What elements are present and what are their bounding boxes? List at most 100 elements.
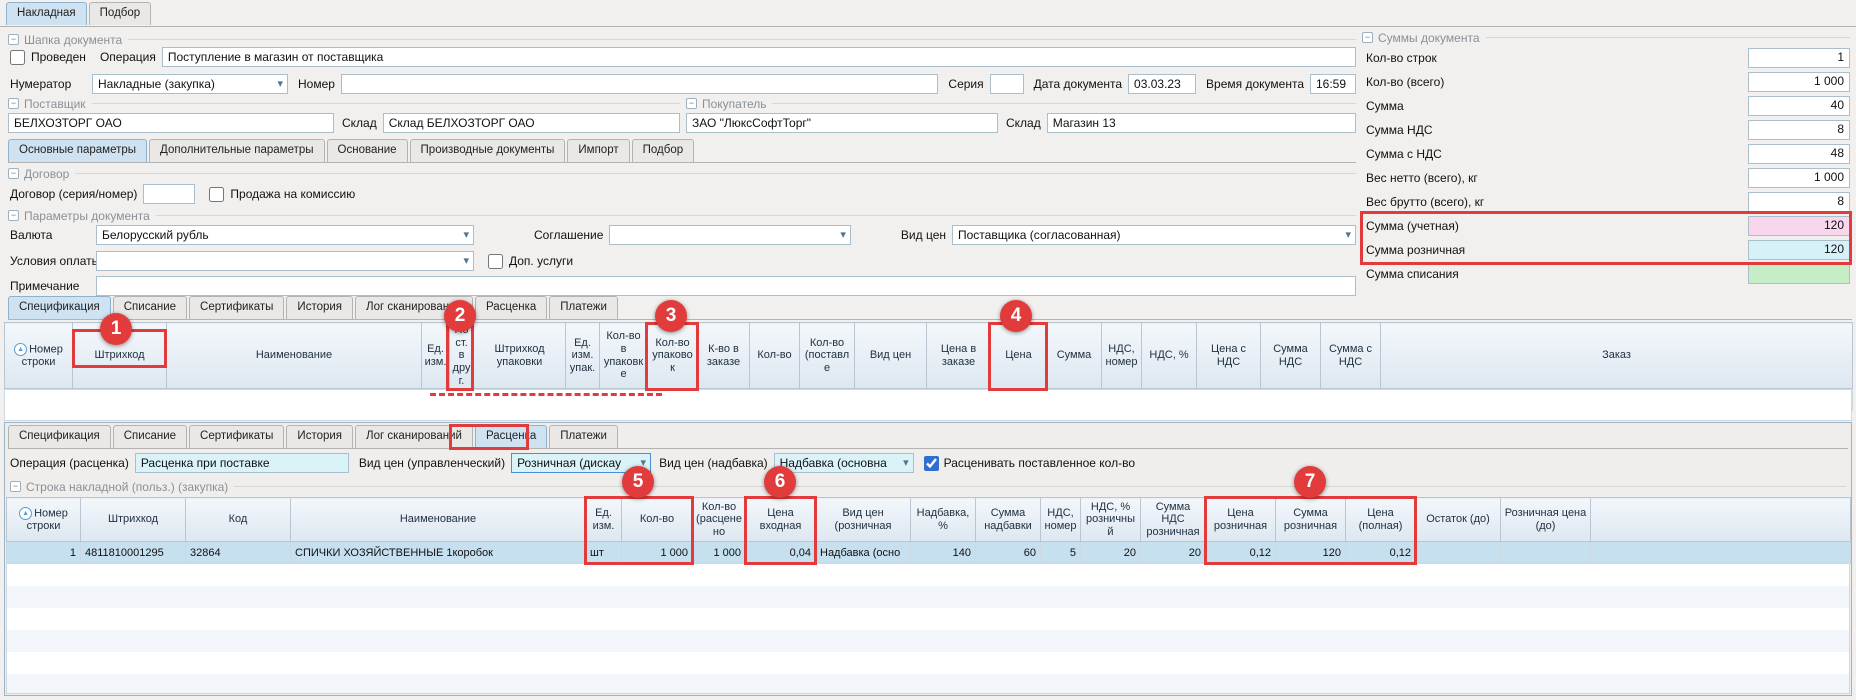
number-input[interactable] <box>341 74 938 94</box>
col-vat-no[interactable]: НДС, номер <box>1041 498 1081 542</box>
col-price-type[interactable]: Вид цен <box>855 323 927 389</box>
col-price-with-vat[interactable]: Цена с НДС <box>1197 323 1261 389</box>
tab-main-params[interactable]: Основные параметры <box>8 139 147 162</box>
sort-icon[interactable]: ▲ <box>14 343 27 356</box>
sum-value[interactable]: 1 000 <box>1748 72 1850 92</box>
cell-name[interactable]: СПИЧКИ ХОЗЯЙСТВЕННЫЕ 1коробок <box>291 542 586 564</box>
col-code[interactable]: Код <box>186 498 291 542</box>
cell-barcode[interactable]: 4811810001295 <box>81 542 186 564</box>
col-full-price[interactable]: Цена (полная) <box>1346 498 1416 542</box>
collapse-icon[interactable]: − <box>8 34 19 45</box>
tab-certificates[interactable]: Сертификаты <box>189 425 284 448</box>
sum-value[interactable]: 1 000 <box>1748 168 1850 188</box>
col-pack-barcode[interactable]: Штрихкод упаковки <box>474 323 566 389</box>
col-unit[interactable]: Ед. изм. <box>422 323 450 389</box>
tab-writeoff[interactable]: Списание <box>113 425 187 448</box>
cell-qty-priced[interactable]: 1 000 <box>693 542 746 564</box>
collapse-icon[interactable]: − <box>8 98 19 109</box>
cell-retail-price-type[interactable]: Надбавка (осно <box>816 542 911 564</box>
sum-value[interactable]: 8 <box>1748 120 1850 140</box>
col-vat-no[interactable]: НДС, номер <box>1102 323 1142 389</box>
supplier-name-input[interactable]: БЕЛХОЗТОРГ ОАО <box>8 113 334 133</box>
operation-input[interactable]: Поступление в магазин от поставщика <box>162 47 1356 67</box>
series-input[interactable] <box>990 74 1024 94</box>
supplier-warehouse-input[interactable]: Склад БЕЛХОЗТОРГ ОАО <box>383 113 680 133</box>
col-line-no[interactable]: ▲Номер строки <box>7 498 81 542</box>
collapse-icon[interactable]: − <box>10 481 21 492</box>
col-pack-qty[interactable]: Кол-во упаковок <box>648 323 698 389</box>
proveden-checkbox[interactable] <box>10 50 25 65</box>
tab-selection[interactable]: Подбор <box>89 2 152 25</box>
col-vat-sum[interactable]: Сумма НДС <box>1261 323 1321 389</box>
col-qty-delivered[interactable]: Кол-во (поставле <box>800 323 855 389</box>
col-price[interactable]: Цена <box>991 323 1047 389</box>
col-qty-in-pack[interactable]: Кол-во в упаковке <box>600 323 648 389</box>
col-sum[interactable]: Сумма <box>1047 323 1102 389</box>
sum-value[interactable]: 40 <box>1748 96 1850 116</box>
col-qty[interactable]: Кол-во <box>622 498 693 542</box>
tab-selection[interactable]: Подбор <box>632 139 695 162</box>
price-type-input[interactable]: Поставщика (согласованная) <box>952 225 1356 245</box>
table-row[interactable]: 1481181000129532864СПИЧКИ ХОЗЯЙСТВЕННЫЕ … <box>7 542 1851 564</box>
tab-basis[interactable]: Основание <box>327 139 408 162</box>
cell-retail-sum[interactable]: 120 <box>1276 542 1346 564</box>
tab-pricing[interactable]: Расценка <box>475 296 547 319</box>
col-balance-before[interactable]: Остаток (до) <box>1416 498 1501 542</box>
col-barcode[interactable]: Штрихкод <box>81 498 186 542</box>
cell-filler[interactable] <box>1591 542 1851 564</box>
tab-invoice[interactable]: Накладная <box>6 2 87 25</box>
reprice-checkbox[interactable] <box>924 456 939 471</box>
col-pack-unit[interactable]: Ед. изм. упак. <box>566 323 600 389</box>
col-retail-price[interactable]: Цена розничная <box>1206 498 1276 542</box>
tab-history[interactable]: История <box>286 425 353 448</box>
agreement-input[interactable] <box>609 225 850 245</box>
col-qty-ordered[interactable]: К-во в заказе <box>698 323 750 389</box>
tab-payments[interactable]: Платежи <box>549 425 618 448</box>
note-input[interactable] <box>96 276 1356 296</box>
cell-input-price[interactable]: 0,04 <box>746 542 816 564</box>
cell-unit[interactable]: шт <box>586 542 622 564</box>
col-markup-pct[interactable]: Надбавка,% <box>911 498 976 542</box>
col-vat-pct[interactable]: НДС, % <box>1142 323 1197 389</box>
col-vat-retail-sum[interactable]: Сумма НДС розничная <box>1141 498 1206 542</box>
date-input[interactable]: 03.03.23 <box>1128 74 1196 94</box>
tab-payments[interactable]: Платежи <box>549 296 618 319</box>
sum-value[interactable] <box>1748 264 1850 284</box>
cell-retail-price[interactable]: 0,12 <box>1206 542 1276 564</box>
tab-specification[interactable]: Спецификация <box>8 425 111 448</box>
col-order[interactable]: Заказ <box>1381 323 1853 389</box>
tab-certificates[interactable]: Сертификаты <box>189 296 284 319</box>
col-markup-sum[interactable]: Сумма надбавки <box>976 498 1041 542</box>
payment-terms-input[interactable] <box>96 251 474 271</box>
collapse-icon[interactable]: − <box>8 210 19 221</box>
col-qty[interactable]: Кол-во <box>750 323 800 389</box>
cell-retail-price-before[interactable] <box>1501 542 1591 564</box>
col-retail-sum[interactable]: Сумма розничная <box>1276 498 1346 542</box>
col-name[interactable]: Наименование <box>167 323 422 389</box>
col-filler[interactable] <box>1591 498 1851 542</box>
cell-vat-no[interactable]: 5 <box>1041 542 1081 564</box>
tab-derived-docs[interactable]: Производные документы <box>410 139 566 162</box>
tab-extra-params[interactable]: Дополнительные параметры <box>149 139 325 162</box>
cell-balance-before[interactable] <box>1416 542 1501 564</box>
contract-input[interactable] <box>143 184 195 204</box>
cell-vat-retail-sum[interactable]: 20 <box>1141 542 1206 564</box>
col-qty-priced[interactable]: Кол-во (расценено <box>693 498 746 542</box>
collapse-icon[interactable]: − <box>8 168 19 179</box>
sum-value[interactable]: 120 <box>1748 240 1850 260</box>
markup-price-input[interactable]: Надбавка (основна <box>774 453 914 473</box>
time-input[interactable]: 16:59 <box>1310 74 1356 94</box>
sort-icon[interactable]: ▲ <box>19 507 32 520</box>
sum-value[interactable]: 1 <box>1748 48 1850 68</box>
col-sum-with-vat[interactable]: Сумма с НДС <box>1321 323 1381 389</box>
col-retail-price-type[interactable]: Вид цен (розничная <box>816 498 911 542</box>
buyer-name-input[interactable]: ЗАО "ЛюксСофтТорг" <box>686 113 998 133</box>
tab-pricing[interactable]: Расценка <box>475 425 547 448</box>
sum-value[interactable]: 8 <box>1748 192 1850 212</box>
cell-vat-retail-pct[interactable]: 20 <box>1081 542 1141 564</box>
cell-markup-pct[interactable]: 140 <box>911 542 976 564</box>
col-post-other[interactable]: Пост. в друг. <box>450 323 474 389</box>
cell-line-no[interactable]: 1 <box>7 542 81 564</box>
col-order-price[interactable]: Цена в заказе <box>927 323 991 389</box>
col-vat-retail-pct[interactable]: НДС, % розничный <box>1081 498 1141 542</box>
